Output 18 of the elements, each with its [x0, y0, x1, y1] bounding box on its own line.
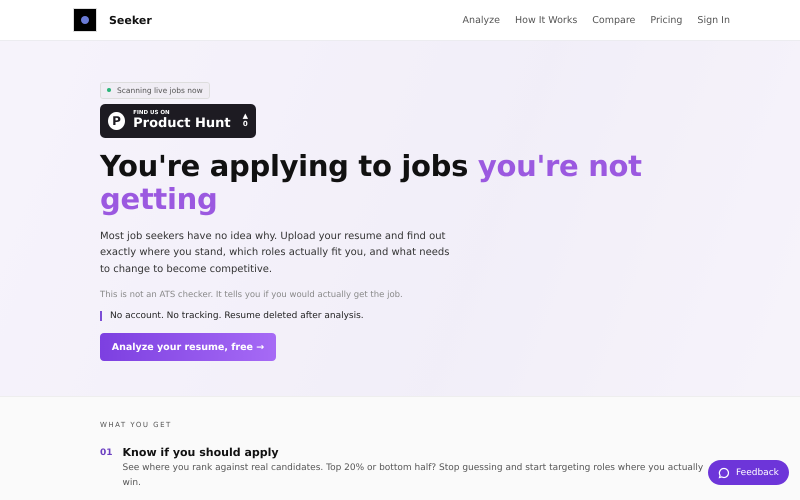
nav-link[interactable]: Pricing [650, 14, 682, 26]
nav-link[interactable]: How It Works [514, 14, 578, 26]
feature-title: Know if you should apply [122, 446, 280, 459]
nav-link[interactable]: Analyze [462, 14, 500, 26]
feedback-button[interactable]: Feedback [708, 460, 789, 485]
nav-link[interactable]: Sign In [697, 14, 730, 26]
analyze-button[interactable]: Analyze your resume, free → [100, 333, 276, 361]
nav-link[interactable]: Compare [592, 14, 636, 26]
lead-paragraph: Most job seekers have no idea why. Upload your resume and find out exactly where you stand, which roles actually fit you, and what needs to change to become competitive. [100, 230, 450, 276]
headline: You're applying to jobs you're not getting [100, 150, 643, 216]
privacy-note: No account. No tracking. Resume deleted after analysis. [100, 311, 700, 321]
note-text: This is not an ATS checker. It tells you if you would actually get the job. [100, 290, 404, 300]
logo-icon [73, 8, 97, 32]
feature-description: See where you rank against real candidates. Top 20% or bottom half? Stop guessing and start targeting roles where you actually win. [122, 462, 704, 490]
chat-bubble-icon [718, 466, 730, 478]
brand-name[interactable]: Seeker [109, 14, 152, 26]
feature-number: 01 [100, 447, 113, 460]
status-dot-icon [107, 88, 111, 92]
